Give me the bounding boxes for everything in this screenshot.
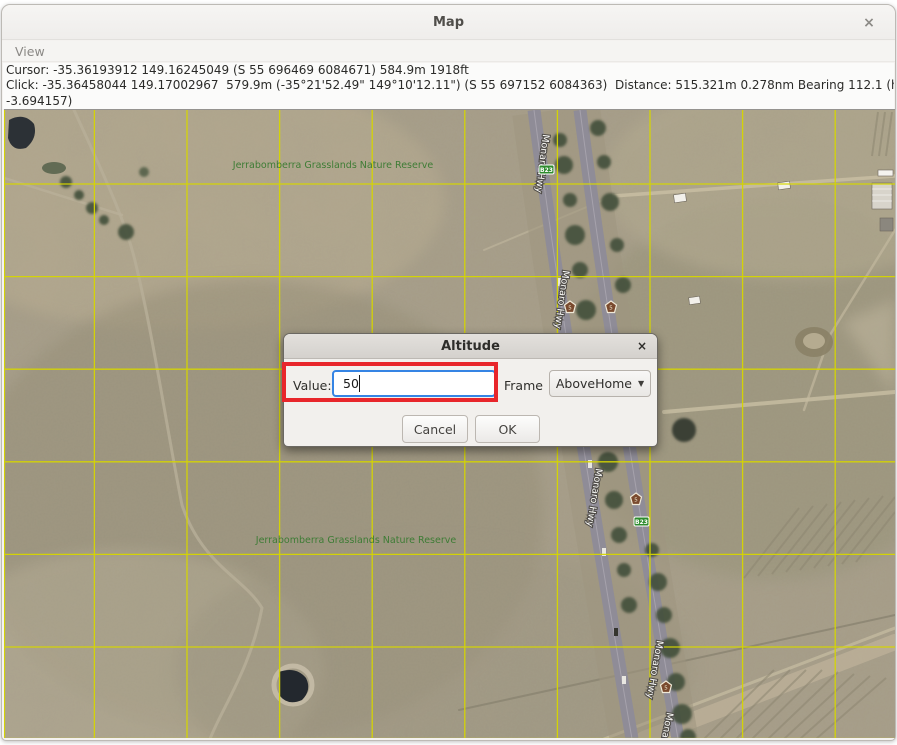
click-status-text: Click: -35.36458044 149.17002967 579.9m … [6, 78, 894, 93]
altitude-dialog-title: Altitude [441, 339, 500, 354]
reserve-label: Jerrabomberra Grasslands Nature Reserve [255, 535, 457, 546]
ok-button[interactable]: OK [475, 415, 540, 443]
route-badge-b23: B23 [635, 519, 648, 526]
menu-view[interactable]: View [2, 44, 58, 59]
cursor-status-text: Cursor: -35.36193912 149.16245049 (S 55 … [6, 63, 894, 78]
frame-dropdown[interactable]: AboveHome ▼ [549, 370, 651, 397]
chevron-down-icon: ▼ [638, 379, 644, 388]
click-status-text-wrap: -3.694157) [6, 94, 894, 109]
shield-number: 5 [568, 306, 572, 312]
window-close-icon[interactable]: × [860, 14, 878, 32]
value-input-wrap [332, 370, 496, 397]
altitude-dialog-body: Value: Frame AboveHome ▼ Cancel OK [284, 359, 657, 446]
value-input[interactable] [332, 370, 496, 397]
altitude-dialog-titlebar[interactable]: Altitude × [284, 334, 657, 359]
frame-label: Frame [504, 378, 543, 393]
value-label: Value: [293, 378, 332, 393]
window-titlebar[interactable]: Map × [2, 5, 895, 40]
dialog-close-icon[interactable]: × [637, 339, 647, 353]
shield-number: 5 [664, 686, 668, 692]
altitude-dialog: Altitude × Value: Frame AboveHome ▼ Canc… [283, 333, 658, 447]
cancel-button[interactable]: Cancel [402, 415, 468, 443]
shield-number: 5 [609, 306, 613, 312]
reserve-label: Jerrabomberra Grasslands Nature Reserve [232, 160, 434, 171]
shield-number: 5 [634, 498, 638, 504]
route-badge-b23: B23 [540, 167, 553, 174]
status-bar: Cursor: -35.36193912 149.16245049 (S 55 … [3, 63, 894, 109]
text-caret [359, 375, 360, 392]
window-title: Map [433, 15, 464, 30]
menubar: View [2, 41, 895, 62]
frame-dropdown-value: AboveHome [556, 376, 632, 391]
